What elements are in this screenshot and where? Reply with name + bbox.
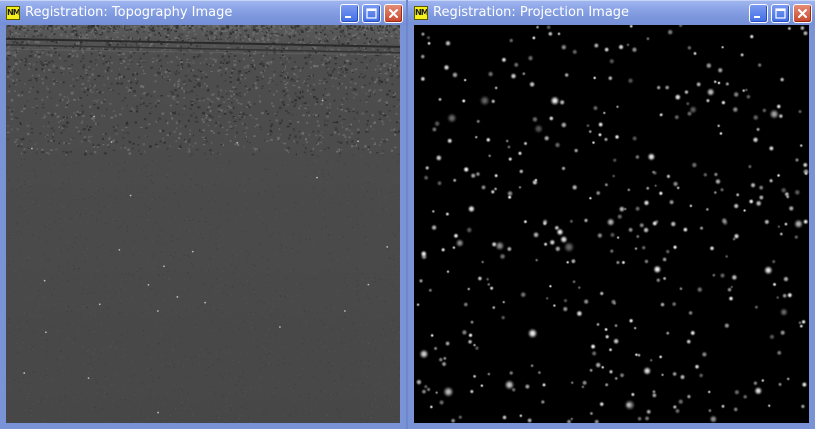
nm-app-icon[interactable]: NM xyxy=(414,6,428,20)
titlebar[interactable]: NM Registration: Topography Image xyxy=(0,0,406,25)
projection-window: NM Registration: Projection Image xyxy=(408,0,815,429)
minimize-icon xyxy=(754,16,760,18)
maximize-icon xyxy=(366,8,377,19)
maximize-button[interactable] xyxy=(362,4,381,23)
close-icon xyxy=(389,9,398,18)
minimize-button[interactable] xyxy=(340,4,359,23)
window-title: Registration: Projection Image xyxy=(433,5,630,20)
minimize-button[interactable] xyxy=(749,4,768,23)
projection-image[interactable] xyxy=(414,25,809,423)
topography-window: NM Registration: Topography Image xyxy=(0,0,406,429)
window-title: Registration: Topography Image xyxy=(25,5,233,20)
topography-image-canvas xyxy=(6,25,400,423)
nm-app-icon[interactable]: NM xyxy=(6,6,20,20)
maximize-button[interactable] xyxy=(771,4,790,23)
minimize-icon xyxy=(345,16,351,18)
close-button[interactable] xyxy=(384,4,403,23)
titlebar[interactable]: NM Registration: Projection Image xyxy=(408,0,815,25)
projection-image-canvas xyxy=(414,25,809,423)
close-icon xyxy=(798,9,807,18)
maximize-icon xyxy=(775,8,786,19)
topography-image[interactable] xyxy=(6,25,400,423)
close-button[interactable] xyxy=(793,4,812,23)
